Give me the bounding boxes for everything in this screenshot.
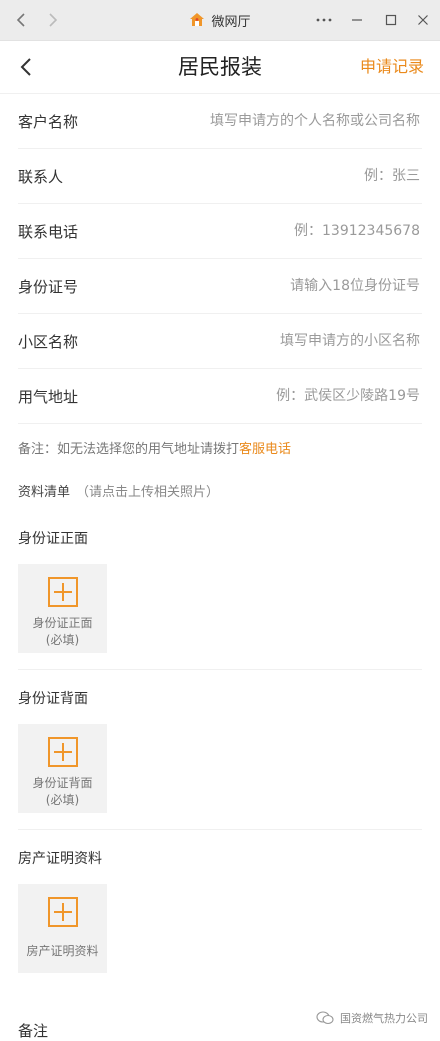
field-label: 联系人	[18, 167, 64, 186]
upload-section-property: 房产证明资料 房产证明资料	[18, 830, 422, 973]
address-note: 备注：如无法选择您的用气地址请拨打客服电话	[18, 424, 422, 476]
community-input[interactable]	[168, 332, 422, 350]
customer-service-link[interactable]: 客服电话	[239, 442, 291, 457]
form-row-community: 小区名称	[18, 314, 422, 369]
materials-title: 资料清单	[18, 485, 71, 500]
wechat-icon	[316, 1011, 334, 1025]
records-link[interactable]: 申请记录	[360, 41, 424, 93]
field-label: 身份证号	[18, 277, 79, 296]
minimize-icon[interactable]	[346, 9, 368, 31]
upload-label: 身份证正面 (必填)	[32, 615, 92, 649]
section-title: 身份证正面	[18, 531, 88, 547]
upload-label-line: 身份证正面	[32, 616, 93, 630]
section-title: 身份证背面	[18, 691, 88, 707]
arrow-left-icon[interactable]	[10, 9, 32, 31]
upload-property-button[interactable]: 房产证明资料	[18, 884, 107, 973]
upload-id-back-button[interactable]: 身份证背面 (必填)	[18, 724, 107, 813]
upload-label-line: 房产证明资料	[26, 944, 99, 958]
watermark: 国资燃气热力公司	[316, 1010, 428, 1026]
upload-required-tag: (必填)	[45, 793, 80, 807]
upload-label: 身份证背面 (必填)	[32, 775, 92, 809]
watermark-text: 国资燃气热力公司	[340, 1012, 428, 1025]
contact-input[interactable]	[168, 167, 422, 185]
plus-icon	[47, 737, 78, 767]
id-number-input[interactable]	[168, 277, 422, 295]
field-label: 小区名称	[18, 332, 79, 351]
upload-id-front-button[interactable]: 身份证正面 (必填)	[18, 564, 107, 653]
upload-section-id-front: 身份证正面 身份证正面 (必填)	[18, 510, 422, 670]
upload-required-tag: (必填)	[45, 633, 80, 647]
address-input[interactable]	[168, 387, 422, 405]
form-row-address: 用气地址	[18, 369, 422, 424]
window-titlebar: 微网厅	[0, 0, 440, 41]
note-text: 备注：如无法选择您的用气地址请拨打	[18, 442, 240, 457]
upload-section-id-back: 身份证背面 身份证背面 (必填)	[18, 670, 422, 830]
window-title: 微网厅	[0, 0, 440, 40]
home-icon	[190, 13, 205, 26]
upload-label: 房产证明资料	[26, 943, 98, 960]
section-title: 房产证明资料	[18, 851, 102, 867]
close-icon[interactable]	[412, 9, 434, 31]
field-label: 联系电话	[18, 222, 79, 241]
maximize-icon[interactable]	[380, 9, 402, 31]
phone-input[interactable]	[168, 222, 422, 240]
more-dots-icon[interactable]	[313, 9, 335, 31]
form-row-id-number: 身份证号	[18, 259, 422, 314]
field-label: 用气地址	[18, 387, 79, 406]
form-row-contact: 联系人	[18, 149, 422, 204]
upload-label-line: 身份证背面	[32, 776, 93, 790]
plus-icon	[47, 577, 78, 607]
window-title-text: 微网厅	[211, 14, 251, 30]
plus-icon	[47, 897, 78, 927]
materials-header: 资料清单 （请点击上传相关照片）	[18, 476, 422, 510]
app-header: 居民报装 申请记录	[0, 41, 440, 94]
form-row-customer-name: 客户名称	[18, 94, 422, 149]
materials-hint: （请点击上传相关照片）	[76, 485, 220, 500]
customer-name-input[interactable]	[168, 112, 422, 130]
field-label: 客户名称	[18, 112, 79, 131]
form-row-phone: 联系电话	[18, 204, 422, 259]
arrow-right-icon[interactable]	[42, 9, 64, 31]
